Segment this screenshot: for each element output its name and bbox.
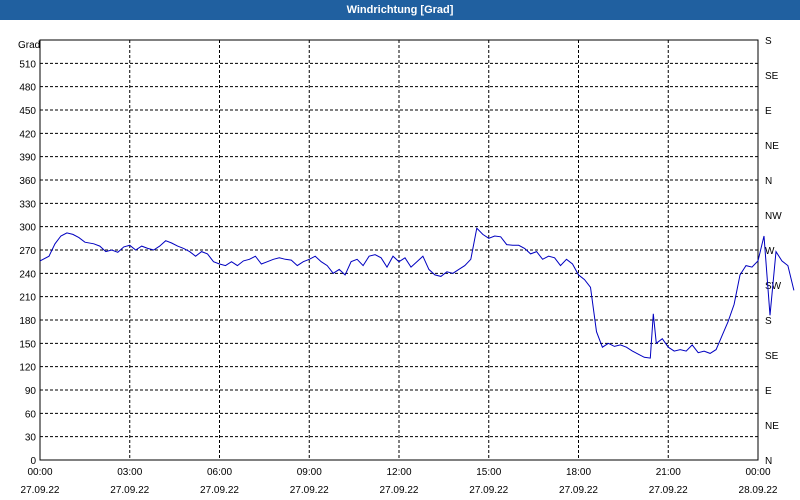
x-tick-time: 00:00 bbox=[745, 467, 770, 478]
right-tick-label: E bbox=[765, 386, 772, 397]
right-tick-label: NE bbox=[765, 141, 779, 152]
grid-lines bbox=[40, 40, 758, 460]
y-tick-label: 360 bbox=[19, 176, 36, 187]
y-tick-label: 450 bbox=[19, 106, 36, 117]
series-layer bbox=[39, 227, 795, 359]
y-tick-label: 150 bbox=[19, 339, 36, 350]
y-tick-label: 300 bbox=[19, 223, 36, 234]
y-tick-label: 390 bbox=[19, 153, 36, 164]
x-tick-time: 18:00 bbox=[566, 467, 591, 478]
y-axis-ticks: 0 30 60 90 120 150 180 210 240 270 300 330 360 390 420… bbox=[19, 59, 36, 467]
y-axis-label: Grad bbox=[18, 40, 40, 51]
y-tick-label: 240 bbox=[19, 269, 36, 280]
right-tick-label: SE bbox=[765, 71, 779, 82]
y-tick-label: 120 bbox=[19, 363, 36, 374]
right-tick-label: N bbox=[765, 176, 772, 187]
y-tick-label: 420 bbox=[19, 129, 36, 140]
y-tick-label: 480 bbox=[19, 83, 36, 94]
right-tick-label: NW bbox=[765, 211, 782, 222]
x-tick-time: 03:00 bbox=[117, 467, 142, 478]
y-tick-label: 30 bbox=[25, 433, 37, 444]
x-tick-time: 21:00 bbox=[656, 467, 681, 478]
y-tick-label: 90 bbox=[25, 386, 37, 397]
y-tick-label: 510 bbox=[19, 59, 36, 70]
right-tick-label: NE bbox=[765, 421, 779, 432]
y-tick-label: 210 bbox=[19, 293, 36, 304]
y-tick-label: 60 bbox=[25, 409, 37, 420]
y-tick-label: 180 bbox=[19, 316, 36, 327]
x-axis-ticks: 00:00 27.09.22 03:00 27.09.22 06:00 27.09.22 0… bbox=[21, 467, 778, 496]
right-tick-label: N bbox=[765, 456, 772, 467]
x-tick-date: 27.09.22 bbox=[649, 485, 688, 496]
right-tick-label: SE bbox=[765, 351, 779, 362]
right-tick-label: S bbox=[765, 316, 772, 327]
right-tick-label: E bbox=[765, 106, 772, 117]
chart-title: Windrichtung [Grad] bbox=[0, 0, 800, 20]
x-tick-date: 27.09.22 bbox=[200, 485, 239, 496]
y-tick-label: 0 bbox=[30, 456, 36, 467]
x-tick-date: 27.09.22 bbox=[469, 485, 508, 496]
x-tick-time: 06:00 bbox=[207, 467, 232, 478]
x-tick-time: 15:00 bbox=[476, 467, 501, 478]
x-tick-date: 28.09.22 bbox=[739, 485, 778, 496]
x-tick-time: 00:00 bbox=[27, 467, 52, 478]
y-tick-label: 330 bbox=[19, 199, 36, 210]
x-tick-date: 27.09.22 bbox=[110, 485, 149, 496]
x-tick-date: 27.09.22 bbox=[290, 485, 329, 496]
x-tick-time: 09:00 bbox=[297, 467, 322, 478]
x-tick-date: 27.09.22 bbox=[380, 485, 419, 496]
x-tick-date: 27.09.22 bbox=[559, 485, 598, 496]
y-tick-label: 270 bbox=[19, 246, 36, 257]
series-line bbox=[39, 227, 795, 359]
wind-direction-chart: Grad 0 30 60 90 120 150 180 210 240 270 300 330 360 3… bbox=[18, 36, 795, 496]
right-tick-label: W bbox=[765, 246, 775, 257]
x-tick-time: 12:00 bbox=[386, 467, 411, 478]
right-tick-label: S bbox=[765, 36, 772, 47]
x-tick-date: 27.09.22 bbox=[21, 485, 60, 496]
right-axis-ticks: NNEESESSWWNWNNEESES bbox=[765, 36, 782, 467]
